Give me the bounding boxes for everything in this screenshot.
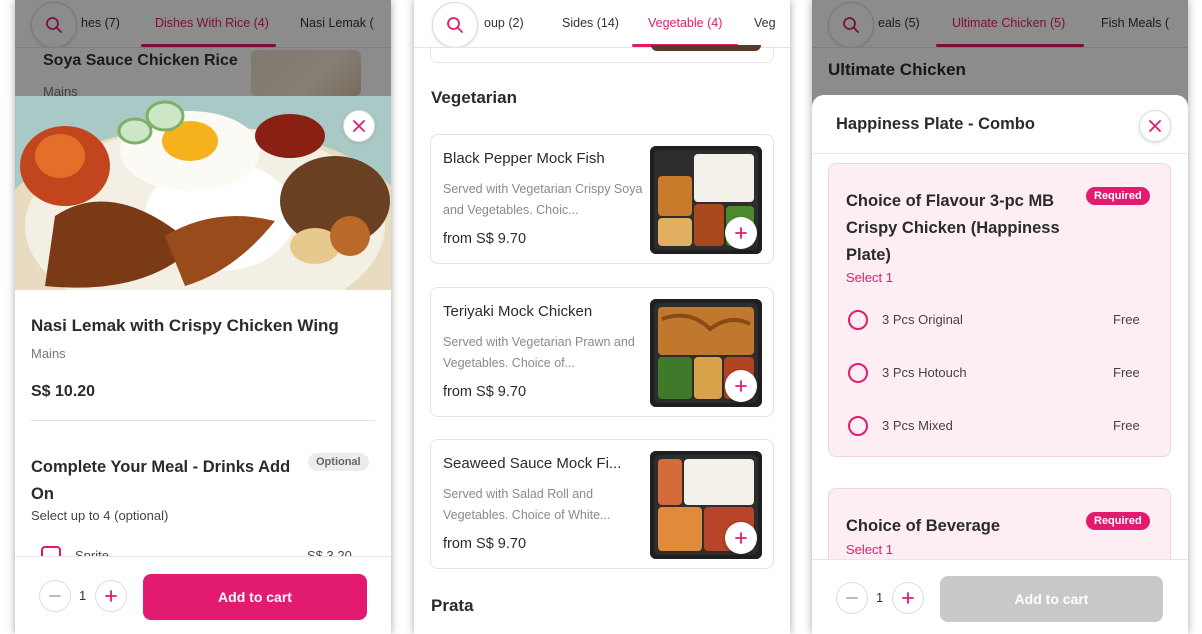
tab-soup[interactable]: oup (2) [484,0,524,47]
menu-item-description: Served with Salad Roll and Vegetables. C… [443,487,611,522]
radio-label: 3 Pcs Mixed [882,418,953,433]
search-icon [447,17,463,33]
previous-item-card [430,45,774,63]
menu-item-name: Black Pepper Mock Fish [443,150,605,167]
menu-item-name: Seaweed Sauce Mock Fi... [443,455,622,472]
add-item-button[interactable] [725,370,757,402]
quantity-value: 1 [876,590,884,605]
close-button[interactable] [1139,110,1171,142]
option-group-title: Choice of Beverage [846,517,1001,535]
radio-label: 3 Pcs Hotouch [882,365,967,380]
option-group-select-text: Select 1 [846,270,893,285]
tab-vegetable[interactable]: Vegetable (4) [648,0,722,47]
radio-price: Free [1113,418,1140,433]
required-badge: Required [1086,512,1150,530]
close-icon [1149,120,1161,132]
radio-3-pcs-original[interactable] [848,310,868,330]
menu-item-price: from S$ 9.70 [443,384,527,400]
combo-options-sheet: Happiness Plate - Combo Choice of Flavou… [812,95,1188,634]
close-icon [353,120,365,132]
radio-3-pcs-mixed[interactable] [848,416,868,436]
divider [31,420,375,421]
tab-sides[interactable]: Sides (14) [562,0,619,47]
category-tab-bar: oup (2) Sides (14) Vegetable (4) Veg [414,0,790,48]
plus-icon [735,380,747,392]
optional-badge: Optional [308,453,369,471]
menu-item-price: from S$ 9.70 [443,231,527,247]
item-detail-sheet: Nasi Lemak with Crispy Chicken Wing Main… [15,96,391,634]
radio-price: Free [1113,312,1140,327]
close-button[interactable] [343,110,375,142]
menu-item-card[interactable]: Black Pepper Mock Fish Served with Veget… [430,134,774,264]
add-item-button[interactable] [725,522,757,554]
addon-section-subtitle: Select up to 4 (optional) [31,508,169,523]
radio-price: Free [1113,365,1140,380]
menu-item-card[interactable]: Seaweed Sauce Mock Fi... Served with Sal… [430,439,774,569]
panel-item-detail: hes (7) Dishes With Rice (4) Nasi Lemak … [15,0,391,634]
item-hero-image [15,96,391,290]
menu-item-name: Teriyaki Mock Chicken [443,303,593,320]
section-title: Vegetarian [431,88,517,107]
decrease-quantity-button[interactable] [836,582,868,614]
cart-bar: 1 Add to cart [15,556,391,634]
menu-item-price: from S$ 9.70 [443,536,527,552]
add-to-cart-button[interactable]: Add to cart [143,574,367,620]
addon-section-title: Complete Your Meal - Drinks Add On [31,458,291,503]
minus-icon [49,595,61,597]
menu-item-description: Served with Vegetarian Prawn and Vegetab… [443,335,635,370]
cart-bar: 1 Add to cart [812,559,1188,634]
item-title: Nasi Lemak with Crispy Chicken Wing [31,316,339,335]
option-group-title: Choice of Flavour 3-pc MB Crispy Chicken… [846,192,1060,264]
option-group-flavour: Choice of Flavour 3-pc MB Crispy Chicken… [828,163,1171,457]
plus-icon [735,532,747,544]
add-item-button[interactable] [725,217,757,249]
quantity-value: 1 [79,588,87,603]
item-category: Mains [31,346,66,361]
panel-combo-options: eals (5) Ultimate Chicken (5) Fish Meals… [812,0,1188,634]
minus-icon [846,597,858,599]
section-title-next: Prata [431,596,474,615]
radio-3-pcs-hotouch[interactable] [848,363,868,383]
plus-icon [902,592,914,604]
plus-icon [105,590,117,602]
option-group-select-text: Select 1 [846,542,893,557]
required-badge: Required [1086,187,1150,205]
increase-quantity-button[interactable] [95,580,127,612]
search-button[interactable] [432,2,478,47]
plus-icon [735,227,747,239]
sheet-title: Happiness Plate - Combo [836,115,1035,133]
increase-quantity-button[interactable] [892,582,924,614]
add-to-cart-button-disabled[interactable]: Add to cart [940,576,1163,622]
panel-menu-list: oup (2) Sides (14) Vegetable (4) Veg Veg… [414,0,790,634]
decrease-quantity-button[interactable] [39,580,71,612]
radio-label: 3 Pcs Original [882,312,963,327]
tab-veg[interactable]: Veg [754,0,776,47]
item-price: S$ 10.20 [31,383,96,400]
menu-item-card[interactable]: Teriyaki Mock Chicken Served with Vegeta… [430,287,774,417]
divider [812,153,1188,154]
menu-item-description: Served with Vegetarian Crispy Soya and V… [443,182,643,217]
